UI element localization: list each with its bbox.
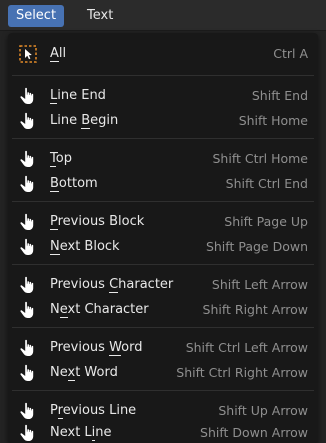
hand-pointer-icon [20,87,34,104]
menu-item-label: Previous Line [50,403,137,419]
menu-item-next-block[interactable]: Next Block Shift Page Down [8,234,318,260]
menu-item-shortcut: Shift End [251,88,308,103]
menu-item-line-begin[interactable]: Line Begin Shift Home [8,108,318,134]
menu-item-shortcut: Shift Right Arrow [202,302,308,317]
menu-item-previous-word[interactable]: Previous Word Shift Ctrl Left Arrow [8,335,318,361]
menu-item-shortcut: Shift Home [238,113,308,128]
menu-item-line-end[interactable]: Line End Shift End [8,83,318,109]
menu-item-next-line[interactable]: Next Line Shift Down Arrow [8,420,318,443]
menu-item-next-character[interactable]: Next Character Shift Right Arrow [8,297,318,323]
blender-text-editor-frame: Select Text All Ctrl A Line End Shift En… [0,0,326,443]
menu-item-shortcut: Shift Down Arrow [200,425,308,440]
hand-pointer-icon [20,238,34,255]
menu-item-label: Previous Word [50,340,143,356]
hand-pointer-icon [20,175,34,192]
menu-tab-text[interactable]: Text [81,5,119,27]
menu-separator [12,390,314,391]
menu-item-shortcut: Shift Ctrl Left Arrow [185,340,308,355]
menu-item-next-word[interactable]: Next Word Shift Ctrl Right Arrow [8,360,318,386]
menu-item-label: Next Line [50,425,112,441]
menu-item-all[interactable]: All Ctrl A [8,41,318,67]
menu-item-label: All [50,46,67,62]
menu-item-shortcut: Shift Page Down [205,239,308,254]
menu-item-label: Next Block [50,239,120,255]
hand-pointer-icon [20,276,34,293]
menu-item-label: Line Begin [50,113,119,129]
select-box-icon [19,45,37,63]
hand-pointer-icon [20,112,34,129]
menu-item-previous-block[interactable]: Previous Block Shift Page Up [8,209,318,235]
menu-item-label: Top [50,151,72,167]
menu-item-shortcut: Shift Ctrl Right Arrow [176,365,308,380]
menu-item-shortcut: Ctrl A [273,46,308,61]
hand-pointer-icon [20,424,34,441]
menu-item-bottom[interactable]: Bottom Shift Ctrl End [8,171,318,197]
menu-item-previous-character[interactable]: Previous Character Shift Left Arrow [8,272,318,298]
menu-item-shortcut: Shift Ctrl End [225,176,308,191]
menu-item-label: Next Word [50,365,118,381]
menu-item-shortcut: Shift Ctrl Home [212,151,308,166]
hand-pointer-icon [20,213,34,230]
hand-pointer-icon [20,150,34,167]
menu-separator [12,264,314,265]
menu-separator [12,327,314,328]
menu-item-shortcut: Shift Left Arrow [211,277,308,292]
menu-separator [12,75,314,76]
menu-item-label: Previous Block [50,214,145,230]
menu-item-shortcut: Shift Up Arrow [218,403,308,418]
hand-pointer-icon [20,301,34,318]
select-dropdown-menu: All Ctrl A Line End Shift End Line Begin… [8,33,318,443]
menu-separator [12,138,314,139]
menu-bar: Select Text [0,0,326,31]
menu-item-label: Line End [50,88,106,104]
menu-item-label: Next Character [50,302,149,318]
menu-item-top[interactable]: Top Shift Ctrl Home [8,146,318,172]
hand-pointer-icon [20,402,34,419]
menu-item-shortcut: Shift Page Up [224,214,308,229]
hand-pointer-icon [20,339,34,356]
hand-pointer-icon [20,364,34,381]
menu-tab-select[interactable]: Select [8,5,64,27]
menu-item-label: Previous Character [50,277,174,293]
menu-separator [12,201,314,202]
menu-item-label: Bottom [50,176,98,192]
